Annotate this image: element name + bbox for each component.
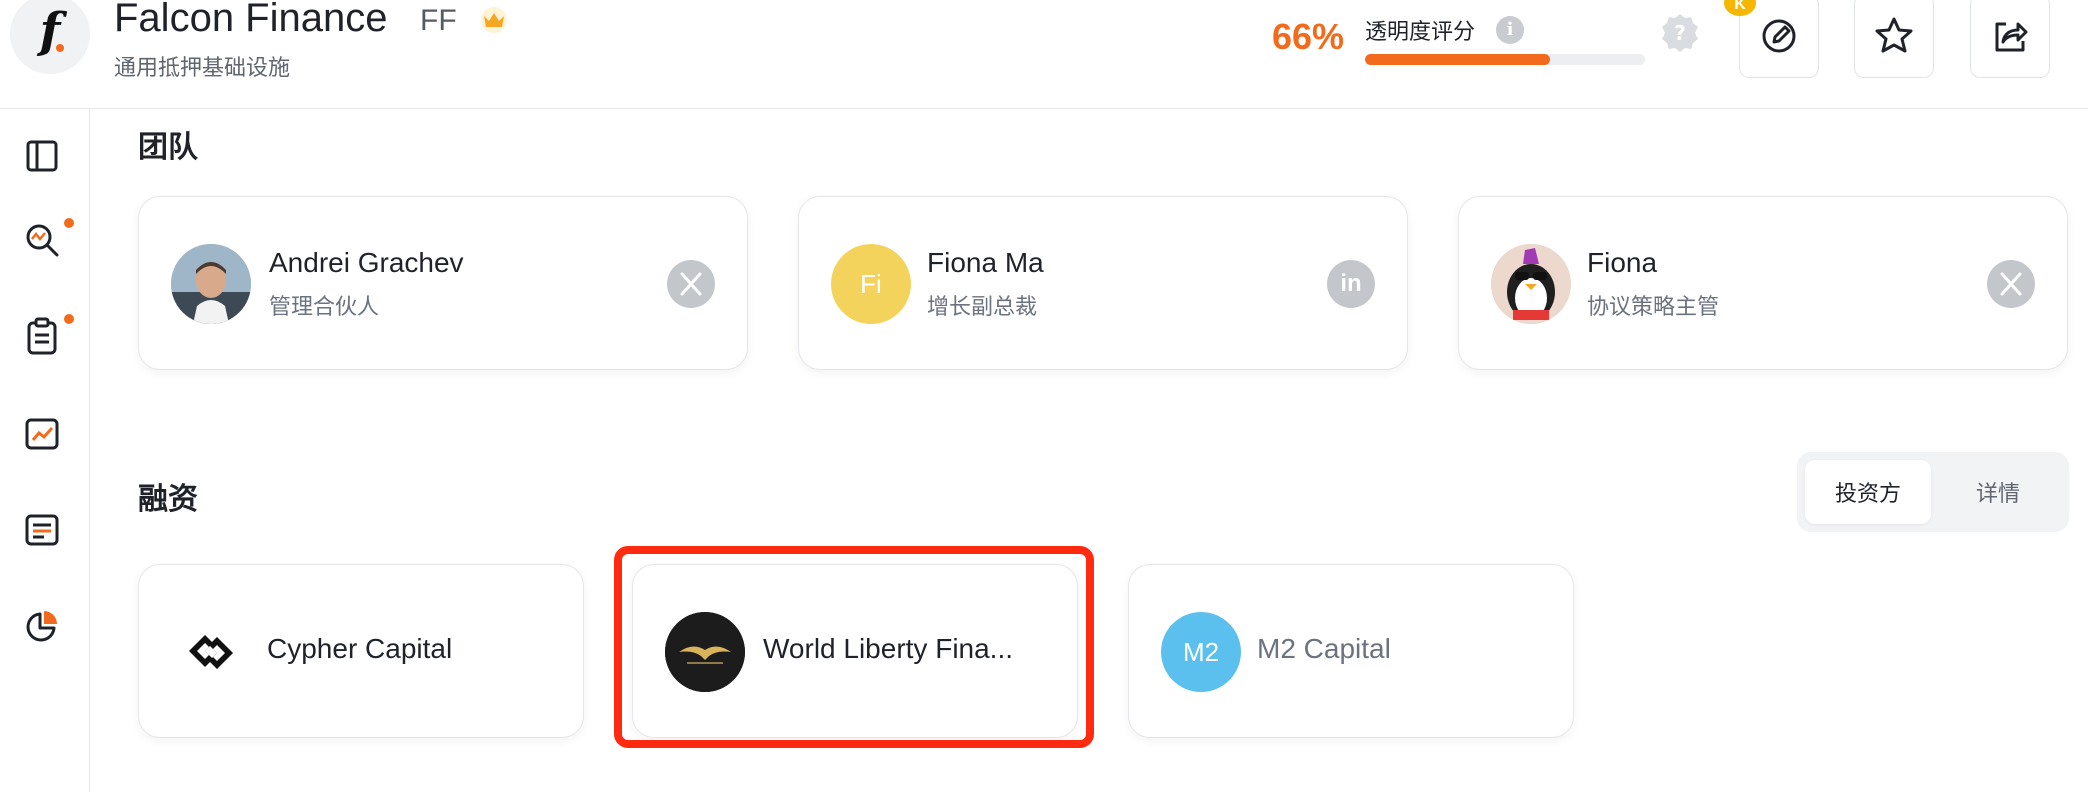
transparency-score: 66% bbox=[1272, 16, 1345, 57]
logo-dot bbox=[56, 44, 64, 52]
avatar bbox=[171, 244, 251, 324]
pie-chart-icon[interactable] bbox=[22, 606, 62, 646]
sidebar bbox=[0, 108, 90, 792]
avatar-initials: Fi bbox=[860, 268, 882, 299]
linkedin-icon[interactable]: in bbox=[1327, 260, 1375, 308]
member-role: 管理合伙人 bbox=[269, 294, 380, 319]
funding-section-title: 融资 bbox=[138, 483, 198, 516]
investor-name: M2 Capital bbox=[1257, 633, 1391, 664]
share-button[interactable] bbox=[1970, 0, 2050, 78]
transparency-progress-bar bbox=[1365, 54, 1645, 65]
avatar: M2 bbox=[1161, 612, 1241, 692]
document-list-icon[interactable] bbox=[22, 510, 62, 550]
project-header: f Falcon Finance FF 通用抵押基础设施 66% 透明度评分 i… bbox=[0, 0, 2088, 109]
panel-toggle-icon[interactable] bbox=[22, 136, 62, 176]
member-role: 协议策略主管 bbox=[1587, 294, 1720, 319]
member-role: 增长副总裁 bbox=[927, 294, 1038, 319]
info-icon[interactable]: i bbox=[1496, 16, 1524, 44]
team-member-card[interactable]: Fi Fiona Ma 增长副总裁 in bbox=[798, 196, 1408, 370]
x-icon[interactable] bbox=[667, 260, 715, 308]
analysis-search-icon[interactable] bbox=[22, 220, 62, 260]
question-badge-icon[interactable]: ? bbox=[1659, 12, 1701, 54]
project-logo: f bbox=[10, 0, 90, 74]
share-icon bbox=[1995, 22, 2028, 52]
tab-investors[interactable]: 投资方 bbox=[1805, 460, 1931, 524]
investor-card[interactable]: M2 M2 Capital bbox=[1128, 564, 1574, 738]
notification-dot bbox=[64, 314, 74, 324]
avatar bbox=[1491, 244, 1571, 324]
crown-icon bbox=[481, 7, 507, 33]
avatar-initials: M2 bbox=[1182, 636, 1220, 667]
team-member-card[interactable]: Fiona 协议策略主管 bbox=[1458, 196, 2068, 370]
svg-text:?: ? bbox=[1674, 21, 1686, 45]
investor-name: Cypher Capital bbox=[267, 633, 453, 664]
tab-details[interactable]: 详情 bbox=[1935, 460, 2061, 524]
transparency-progress-fill bbox=[1365, 54, 1550, 65]
clipboard-icon[interactable] bbox=[22, 316, 62, 356]
project-symbol: FF bbox=[420, 4, 457, 37]
transparency-label: 透明度评分 bbox=[1365, 19, 1476, 44]
x-icon[interactable] bbox=[1987, 260, 2035, 308]
project-subtitle: 通用抵押基础设施 bbox=[114, 55, 291, 80]
team-section-title: 团队 bbox=[138, 131, 198, 164]
notification-dot bbox=[64, 218, 74, 228]
cypher-capital-logo bbox=[189, 635, 233, 669]
favorite-button[interactable] bbox=[1854, 0, 1934, 78]
avatar: Fi bbox=[831, 244, 911, 324]
team-member-card[interactable]: Andrei Grachev 管理合伙人 bbox=[138, 196, 748, 370]
trend-chart-icon[interactable] bbox=[22, 414, 62, 454]
member-name: Fiona Ma bbox=[927, 247, 1044, 278]
funding-view-toggle: 投资方 详情 bbox=[1797, 452, 2069, 532]
project-name: Falcon Finance bbox=[114, 0, 388, 40]
member-name: Fiona bbox=[1587, 247, 1658, 278]
member-name: Andrei Grachev bbox=[269, 247, 464, 278]
investor-card[interactable]: Cypher Capital bbox=[138, 564, 584, 738]
edit-icon bbox=[1762, 19, 1796, 53]
selection-highlight-box bbox=[614, 546, 1094, 748]
star-icon bbox=[1875, 17, 1913, 53]
